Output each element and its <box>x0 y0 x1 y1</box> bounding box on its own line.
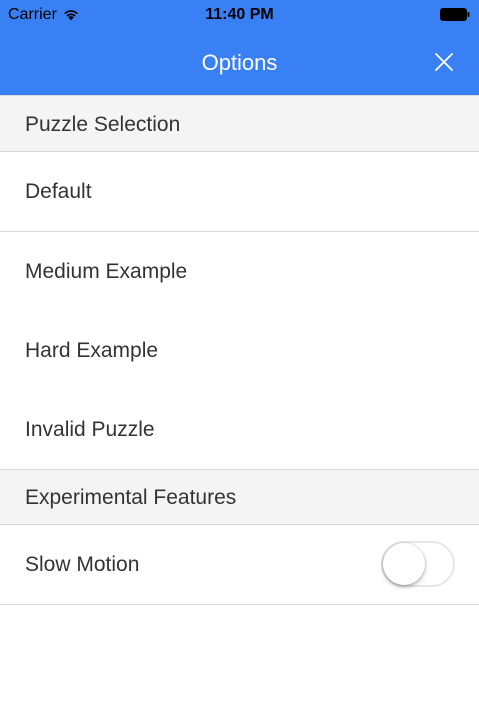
list-item-default[interactable]: Default <box>0 152 479 232</box>
section-header-experimental-features: Experimental Features <box>0 470 479 525</box>
list-item-label: Hard Example <box>25 339 159 362</box>
slow-motion-toggle[interactable] <box>381 541 455 587</box>
list-item-medium-example[interactable]: Medium Example <box>0 232 479 312</box>
nav-bar: Options <box>0 30 479 96</box>
list-item-label: Medium Example <box>25 260 188 283</box>
section-header-label: Experimental Features <box>25 486 237 509</box>
toggle-knob <box>383 543 425 585</box>
list-item-label: Invalid Puzzle <box>25 418 155 441</box>
section-header-label: Puzzle Selection <box>25 113 181 136</box>
section-header-puzzle-selection: Puzzle Selection <box>0 96 479 152</box>
status-time: 11:40 PM <box>205 6 274 23</box>
list-item-invalid-puzzle[interactable]: Invalid Puzzle <box>0 390 479 470</box>
list-item-label: Default <box>25 180 92 203</box>
page-title: Options <box>201 50 278 75</box>
list-item-label: Slow Motion <box>25 553 140 576</box>
list-item-slow-motion: Slow Motion <box>0 525 479 605</box>
list-item-hard-example[interactable]: Hard Example <box>0 311 479 391</box>
battery-icon <box>440 8 470 21</box>
close-icon[interactable] <box>433 51 455 73</box>
status-bar: Carrier 11:40 PM <box>0 0 479 30</box>
